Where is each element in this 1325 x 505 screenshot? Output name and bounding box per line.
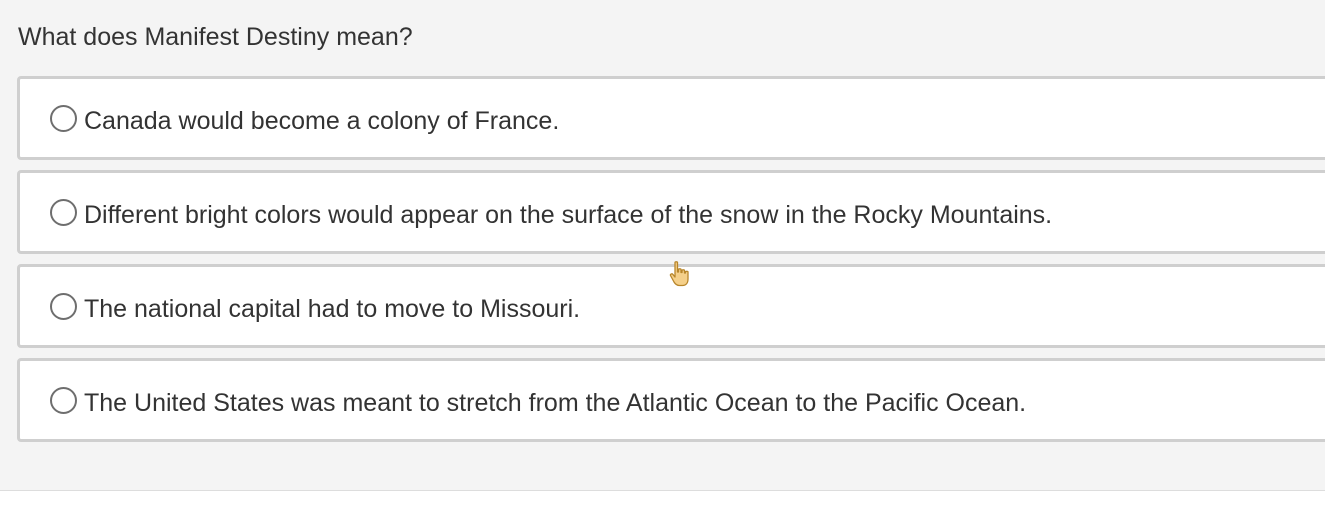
radio-button-2[interactable] — [50, 199, 77, 226]
answer-option-label: Canada would become a colony of France. — [84, 107, 560, 135]
radio-button-1[interactable] — [50, 105, 77, 132]
question-text: What does Manifest Destiny mean? — [18, 23, 413, 51]
answer-option-1[interactable]: Canada would become a colony of France. — [17, 76, 1325, 160]
answer-options: Canada would become a colony of France. … — [17, 76, 1325, 452]
radio-button-3[interactable] — [50, 293, 77, 320]
answer-option-3[interactable]: The national capital had to move to Miss… — [17, 264, 1325, 348]
radio-button-4[interactable] — [50, 387, 77, 414]
answer-option-label: The United States was meant to stretch f… — [84, 389, 1027, 417]
answer-option-2[interactable]: Different bright colors would appear on … — [17, 170, 1325, 254]
answer-option-4[interactable]: The United States was meant to stretch f… — [17, 358, 1325, 442]
answer-option-label: Different bright colors would appear on … — [84, 201, 1053, 229]
answer-option-label: The national capital had to move to Miss… — [84, 295, 581, 323]
quiz-panel: What does Manifest Destiny mean? Canada … — [0, 0, 1325, 491]
